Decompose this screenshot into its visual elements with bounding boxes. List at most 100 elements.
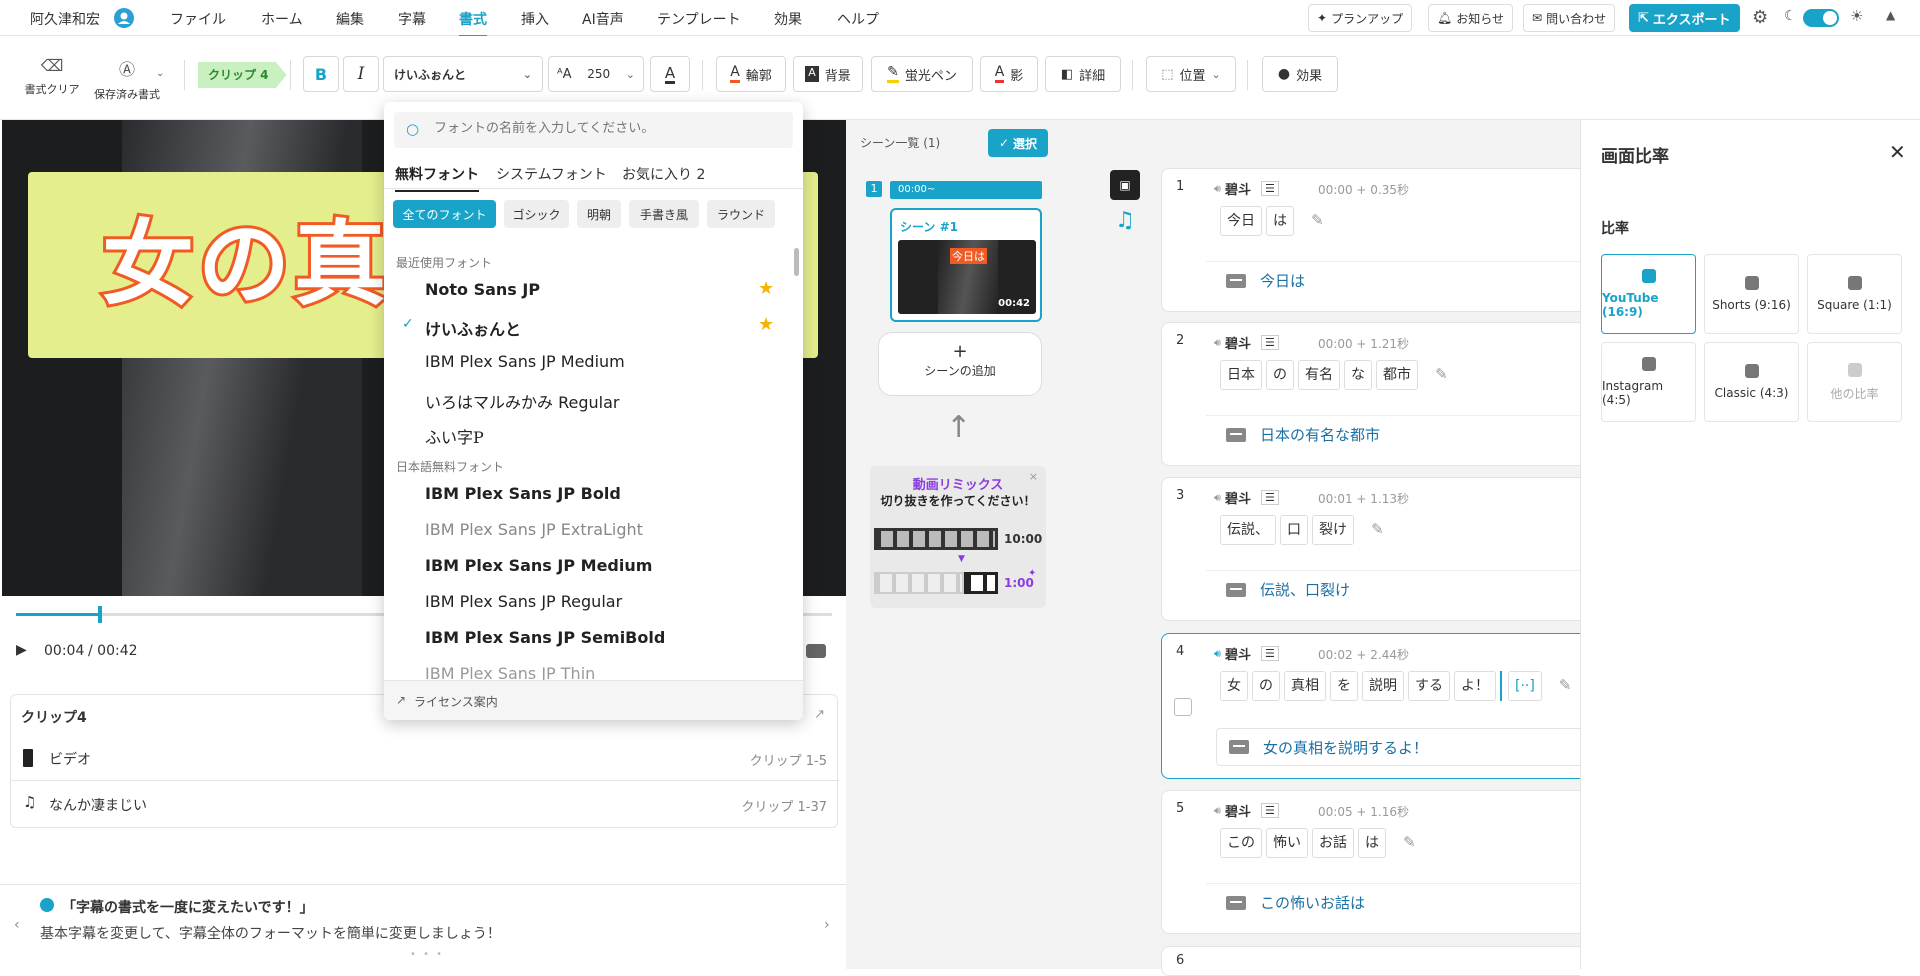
star-icon[interactable]: ★ [758, 314, 774, 335]
select-button[interactable]: ✓ 選択 [988, 129, 1048, 157]
subtitle-row-active[interactable]: 4 🔊︎ 碧斗 ☰ 00:02 + 2.44秒 女の真相を説明 する よ！ [··] ✎ … [1161, 633, 1580, 779]
word-token[interactable]: この [1220, 828, 1262, 858]
text-color-button[interactable]: A [650, 56, 690, 92]
font-option[interactable]: Noto Sans JP [425, 280, 540, 299]
saved-format-button[interactable]: Ⓐ 保存済み書式 [86, 56, 168, 102]
position-button[interactable]: ⬚ 位置 ⌄ [1146, 56, 1236, 92]
pencil-icon[interactable]: ✎ [1371, 520, 1384, 538]
menu-edit[interactable]: 編集 [336, 9, 364, 29]
subtitle-row[interactable]: 2 🔊︎ 碧斗 ☰ 00:00 + 1.21秒 日本の有名な都市 ✎ 日本の有名な都… [1161, 322, 1580, 466]
scrollbar[interactable] [794, 248, 799, 276]
chip-all-fonts[interactable]: 全てのフォント [393, 200, 496, 228]
notice-button[interactable]: 🔔︎ お知らせ [1428, 4, 1513, 32]
font-option[interactable]: IBM Plex Sans JP Bold [425, 484, 621, 503]
subtitle-text-row[interactable]: この怖いお話は [1206, 883, 1580, 921]
font-option[interactable]: IBM Plex Sans JP Medium [425, 556, 652, 575]
word-token[interactable]: する [1408, 671, 1450, 701]
chip-handwriting[interactable]: 手書き風 [629, 200, 699, 228]
gear-icon[interactable]: ⚙ [1752, 7, 1768, 28]
font-option[interactable]: いろはマルみかみ Regular [425, 389, 619, 413]
speaker[interactable]: 🔊︎ 碧斗 ☰ [1214, 179, 1279, 198]
word-token[interactable]: 日本 [1220, 360, 1262, 390]
word-token[interactable]: 真相 [1284, 671, 1326, 701]
menu-home[interactable]: ホーム [261, 9, 303, 29]
word-token[interactable]: 女 [1220, 671, 1248, 701]
font-option[interactable]: IBM Plex Sans JP SemiBold [425, 628, 665, 647]
remix-card[interactable]: × 動画リミックス 切り抜きを作ってください！ 10:00 ▼ 1:00 ✦ [870, 466, 1046, 608]
star-icon[interactable]: ★ [758, 278, 774, 299]
row-checkbox[interactable] [1174, 698, 1192, 716]
word-token[interactable]: 今日 [1220, 206, 1262, 236]
chip-mincho[interactable]: 明朝 [577, 200, 621, 228]
license-footer[interactable]: ↗ ライセンス案内 [384, 680, 803, 720]
ratio-other[interactable]: 他の比率 [1807, 342, 1902, 422]
ratio-shorts[interactable]: Shorts (9:16) [1704, 254, 1799, 334]
word-token[interactable]: な [1344, 360, 1372, 390]
chevron-right-icon[interactable]: › [824, 917, 830, 933]
avatar-icon[interactable] [114, 8, 134, 28]
track-row[interactable]: ♫ なんか凄まじい クリップ 1-37 [11, 781, 839, 827]
font-option[interactable]: IBM Plex Sans JP Medium [425, 352, 625, 371]
word-token[interactable]: 有名 [1298, 360, 1340, 390]
word-token[interactable]: は [1266, 206, 1294, 236]
word-token[interactable]: の [1252, 671, 1280, 701]
word-token[interactable]: の [1266, 360, 1294, 390]
plan-up-button[interactable]: ✦ プランアップ [1308, 4, 1413, 32]
ratio-square[interactable]: Square (1:1) [1807, 254, 1902, 334]
word-token[interactable]: 口 [1280, 515, 1308, 545]
pencil-icon[interactable]: ✎ [1559, 676, 1572, 694]
contact-button[interactable]: ✉ 問い合わせ [1523, 4, 1616, 32]
chip-round[interactable]: ラウンド [707, 200, 775, 228]
speaker[interactable]: 🔊︎ 碧斗 ☰ [1214, 488, 1279, 507]
highlighter-button[interactable]: ✎ 蛍光ペン [871, 56, 973, 92]
details-button[interactable]: ◧ 詳細 [1045, 56, 1121, 92]
pencil-icon[interactable]: ✎ [1403, 833, 1416, 851]
tab-favorites[interactable]: お気に入り 2 [622, 164, 705, 184]
subtitle-row[interactable]: 6 [1161, 946, 1580, 976]
word-token[interactable]: 伝説、 [1220, 515, 1276, 545]
pencil-icon[interactable]: ✎ [1435, 365, 1448, 383]
play-icon[interactable]: ▶ [16, 642, 27, 658]
add-scene-button[interactable]: + シーンの追加 [878, 332, 1042, 396]
font-option[interactable]: IBM Plex Sans JP Regular [425, 592, 622, 611]
subtitle-row[interactable]: 1 🔊︎ 碧斗 ☰ 00:00 + 0.35秒 今日は ✎ 今日は [1161, 168, 1580, 312]
ratio-classic[interactable]: Classic (4:3) [1704, 342, 1799, 422]
word-token[interactable]: を [1330, 671, 1358, 701]
word-token[interactable]: よ！ [1454, 671, 1496, 701]
font-option[interactable]: IBM Plex Sans JP ExtraLight [425, 520, 643, 539]
chevron-left-icon[interactable]: ‹ [14, 917, 20, 933]
export-button[interactable]: ⇱ エクスポート [1629, 4, 1740, 32]
tab-system-fonts[interactable]: システムフォント [496, 164, 607, 184]
word-token[interactable]: 説明 [1362, 671, 1404, 701]
font-size-select[interactable]: ᴬA 250 ⌄ [548, 56, 644, 92]
word-token[interactable]: 裂け [1312, 515, 1354, 545]
video-track-icon[interactable]: ▣ [1110, 170, 1140, 200]
font-search-input[interactable] [434, 121, 774, 136]
speaker[interactable]: 🔊︎ 碧斗 ☰ [1214, 801, 1279, 820]
effects-button[interactable]: ● 効果 [1262, 56, 1338, 92]
font-option[interactable]: ふい字P [425, 424, 484, 448]
ratio-instagram[interactable]: Instagram (4:5) [1601, 342, 1696, 422]
pencil-icon[interactable]: ✎ [1311, 211, 1324, 229]
word-token[interactable]: は [1358, 828, 1386, 858]
menu-ai-voice[interactable]: AI音声 [582, 9, 624, 29]
font-select[interactable]: けいふぉんと ⌄ [383, 56, 543, 92]
speaker[interactable]: 🔊︎ 碧斗 ☰ [1214, 333, 1279, 352]
subtitle-row[interactable]: 3 🔊︎ 碧斗 ☰ 00:01 + 1.13秒 伝説、口裂け ✎ 伝説、口裂け [1161, 477, 1580, 621]
subtitle-text-row[interactable]: 伝説、口裂け [1206, 570, 1580, 608]
external-link-icon[interactable]: ↗ [814, 707, 825, 722]
track-row[interactable]: ビデオ クリップ 1-5 [11, 735, 839, 781]
menu-help[interactable]: ヘルプ [837, 9, 879, 29]
italic-button[interactable]: I [343, 56, 379, 92]
menu-insert[interactable]: 挿入 [521, 9, 549, 29]
speaker[interactable]: 🔊︎ 碧斗 ☰ [1214, 644, 1279, 663]
menu-file[interactable]: ファイル [170, 9, 226, 29]
ratio-youtube[interactable]: YouTube (16:9) [1601, 254, 1696, 334]
theme-toggle[interactable] [1803, 9, 1839, 27]
caption-toggle-icon[interactable] [806, 644, 826, 658]
outline-button[interactable]: A 輪郭 [716, 56, 786, 92]
menu-format[interactable]: 書式 [459, 9, 487, 37]
menu-template[interactable]: テンプレート [657, 9, 741, 29]
clear-format-button[interactable]: ⌫ 書式クリア [22, 56, 82, 97]
shadow-button[interactable]: A 影 [980, 56, 1038, 92]
